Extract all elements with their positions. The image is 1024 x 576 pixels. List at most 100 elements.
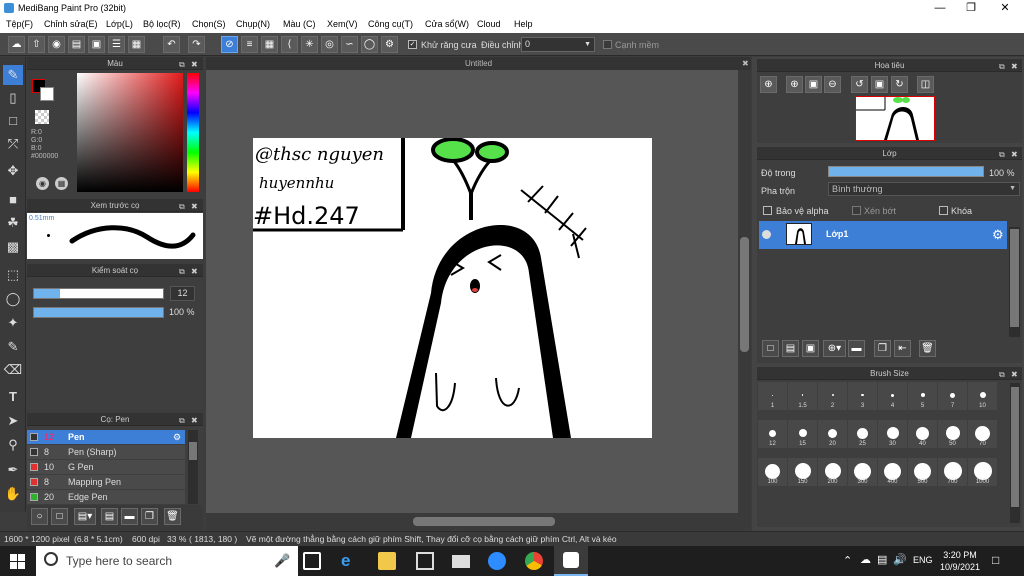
undock-icon[interactable]: ⧉	[179, 200, 185, 213]
task-view-icon[interactable]	[303, 552, 321, 570]
panel-close-icon[interactable]: ✖	[191, 265, 198, 278]
transparent-swatch[interactable]	[35, 110, 49, 124]
menu-file[interactable]: Tệp(F)	[6, 19, 33, 29]
canvas-tab[interactable]: Untitled ✖	[206, 57, 751, 70]
copy-brush-icon[interactable]: ▤	[101, 508, 118, 525]
close-icon[interactable]: ✕	[990, 1, 1020, 16]
brush-item-g-pen[interactable]: 10 G Pen	[27, 460, 185, 474]
menu-window[interactable]: Cửa sổ(W)	[425, 19, 469, 29]
brush-size-option[interactable]: 100	[758, 458, 787, 486]
brush-size-value[interactable]: 12	[170, 286, 195, 301]
lock-checkbox[interactable]	[939, 206, 948, 215]
lasso-tool-icon[interactable]: ◯	[3, 289, 23, 309]
edge-browser-icon[interactable]: e	[341, 552, 359, 570]
menu-view[interactable]: Xem(V)	[327, 19, 358, 29]
brush-list-scrollbar[interactable]	[188, 430, 198, 504]
menu-filter[interactable]: Bộ lọc(R)	[143, 19, 181, 29]
brush-tool-icon[interactable]: ✎	[3, 65, 23, 85]
menu-tools[interactable]: Công cụ(T)	[368, 19, 413, 29]
vanish-snap-icon[interactable]: ⟨	[281, 36, 298, 53]
vertical-scroll-thumb[interactable]	[740, 237, 749, 352]
canvas-close-icon[interactable]: ✖	[742, 57, 749, 70]
brush-size-option[interactable]: 300	[848, 458, 877, 486]
brush-size-option[interactable]: 5	[908, 382, 937, 410]
layer-scrollbar[interactable]	[1009, 227, 1020, 337]
brush-size-option[interactable]: 1	[758, 382, 787, 410]
line-tool-icon[interactable]: ⤱	[3, 134, 23, 154]
new-layer-icon[interactable]: □	[762, 340, 779, 357]
brush-size-option[interactable]: 400	[878, 458, 907, 486]
brush-size-option[interactable]: 500	[908, 458, 937, 486]
blend-mode-dropdown[interactable]: Bình thường ▼	[828, 182, 1020, 196]
brush-size-scrollbar[interactable]	[1010, 383, 1020, 523]
edge-checkbox[interactable]	[603, 40, 612, 49]
dropper-tool-icon[interactable]: ⚲	[3, 435, 23, 455]
minimize-icon[interactable]: —	[925, 1, 955, 16]
scroll-thumb[interactable]	[189, 442, 197, 460]
brush-size-option[interactable]: 2	[818, 382, 847, 410]
parallel-snap-icon[interactable]: ≡	[241, 36, 258, 53]
menu-cloud[interactable]: Cloud	[477, 19, 501, 29]
flip-icon[interactable]: ◫	[917, 76, 934, 93]
color-bar-icon[interactable]: ▦	[55, 177, 68, 190]
color-wheel-icon[interactable]: ◉	[36, 177, 49, 190]
drawing-canvas[interactable]: @thsc nguyen huyennhu #Hd.247	[253, 138, 652, 438]
brush-size-option[interactable]: 25	[848, 420, 877, 448]
menu-color[interactable]: Màu (C)	[283, 19, 316, 29]
fit-icon[interactable]: ▣	[805, 76, 822, 93]
mail-icon[interactable]	[452, 555, 470, 568]
brush-size-option[interactable]: 7	[938, 382, 967, 410]
circle-snap-icon[interactable]: ◎	[321, 36, 338, 53]
antialias-checkbox[interactable]: ✓	[408, 40, 417, 49]
eyedropper-icon[interactable]: ✒	[3, 460, 23, 480]
brush-size-option[interactable]: 70	[968, 420, 997, 448]
background-color-swatch[interactable]	[40, 87, 54, 101]
panel-close-icon[interactable]: ✖	[191, 414, 198, 427]
horizontal-scrollbar[interactable]	[206, 513, 751, 530]
panel-close-icon[interactable]: ✖	[191, 200, 198, 213]
brush-size-option[interactable]: 200	[818, 458, 847, 486]
cloud-tray-icon[interactable]: ☁	[860, 553, 871, 566]
brush-size-option[interactable]: 4	[878, 382, 907, 410]
undock-icon[interactable]: ⧉	[179, 58, 185, 71]
windows-start-icon[interactable]	[10, 554, 25, 569]
menu-select[interactable]: Chọn(S)	[192, 19, 226, 29]
store-icon[interactable]	[416, 552, 434, 570]
zoom-out-icon[interactable]: ⊖	[824, 76, 841, 93]
brush-item-mapping-pen[interactable]: 8 Mapping Pen	[27, 475, 185, 489]
maximize-icon[interactable]: ❐	[956, 1, 986, 16]
horizontal-scroll-thumb[interactable]	[413, 517, 555, 526]
menu-snap[interactable]: Chụp(N)	[236, 19, 270, 29]
panel-close-icon[interactable]: ✖	[1011, 60, 1018, 73]
undock-icon[interactable]: ⧉	[179, 414, 185, 427]
brush-size-option[interactable]: 10	[968, 382, 997, 410]
medibang-taskbar-item[interactable]	[554, 546, 588, 576]
rect-tool-icon[interactable]: □	[3, 111, 23, 131]
menu-layer[interactable]: Lớp(L)	[106, 19, 133, 29]
page-icon[interactable]: ▣	[88, 36, 105, 53]
hand-tool-icon[interactable]: ✋	[3, 484, 23, 504]
taskbar-search-box[interactable]: Type here to search 🎤	[36, 546, 298, 576]
undock-icon[interactable]: ⧉	[999, 148, 1005, 161]
layer-scroll-thumb[interactable]	[1010, 229, 1019, 327]
layer-folder-icon[interactable]: ▬	[848, 340, 865, 357]
brush-size-option[interactable]: 30	[878, 420, 907, 448]
add-layer-menu-icon[interactable]: ⊕▾	[823, 340, 846, 357]
undo-icon[interactable]: ↶	[163, 36, 180, 53]
redo-icon[interactable]: ↷	[188, 36, 205, 53]
gradient-tool-icon[interactable]: ▩	[3, 237, 23, 257]
curve-snap-icon[interactable]: ∽	[341, 36, 358, 53]
zoom-app-icon[interactable]	[488, 552, 506, 570]
move-tool-icon[interactable]: ✥	[3, 161, 23, 181]
brush-size-option[interactable]: 15	[788, 420, 817, 448]
language-indicator[interactable]: ENG	[913, 555, 933, 565]
new-8bit-layer-icon[interactable]: ▤	[782, 340, 799, 357]
file-explorer-icon[interactable]	[378, 552, 396, 570]
navigator-thumbnail[interactable]	[855, 96, 935, 141]
undock-icon[interactable]: ⧉	[179, 265, 185, 278]
add-brush-icon[interactable]: ○	[31, 508, 48, 525]
list-icon[interactable]: ☰	[108, 36, 125, 53]
brush-size-option[interactable]: 20	[818, 420, 847, 448]
brush-opacity-slider[interactable]	[33, 307, 164, 318]
brush-size-option[interactable]: 40	[908, 420, 937, 448]
